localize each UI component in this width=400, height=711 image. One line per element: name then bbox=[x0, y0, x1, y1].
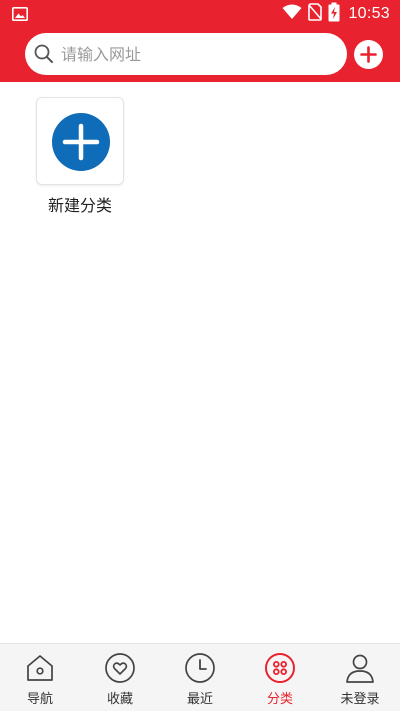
top-header: 10:53 bbox=[0, 0, 400, 82]
plus-icon bbox=[360, 46, 377, 63]
nav-label-favorites: 收藏 bbox=[106, 692, 133, 707]
image-notification-icon bbox=[12, 6, 28, 21]
bottom-navigation: 导航 收藏 最近 分类 未登录 bbox=[0, 643, 400, 711]
nav-item-recent[interactable]: 最近 bbox=[160, 644, 240, 711]
home-icon bbox=[24, 652, 56, 684]
nav-label-category: 分类 bbox=[266, 692, 293, 707]
no-sim-icon bbox=[308, 3, 323, 25]
add-circle-icon bbox=[52, 113, 110, 171]
battery-charging-icon bbox=[328, 2, 340, 26]
grid-icon bbox=[264, 652, 296, 684]
user-icon bbox=[344, 652, 376, 684]
nav-item-account[interactable]: 未登录 bbox=[320, 644, 400, 711]
browser-screen: 10:53 新建分类 bbox=[0, 0, 400, 711]
status-bar: 10:53 bbox=[0, 0, 400, 28]
new-category-label: 新建分类 bbox=[47, 196, 112, 215]
heart-icon bbox=[104, 652, 136, 684]
nav-label-guide: 导航 bbox=[26, 692, 53, 707]
add-button[interactable] bbox=[354, 40, 383, 69]
clock-icon bbox=[184, 652, 216, 684]
wifi-icon bbox=[282, 4, 302, 24]
status-time: 10:53 bbox=[348, 5, 390, 22]
url-input[interactable] bbox=[61, 33, 331, 75]
search-bar[interactable] bbox=[25, 33, 347, 75]
search-icon bbox=[33, 43, 55, 65]
nav-item-guide[interactable]: 导航 bbox=[0, 644, 80, 711]
nav-label-account: 未登录 bbox=[340, 692, 380, 707]
status-icons: 10:53 bbox=[282, 2, 390, 26]
nav-item-category[interactable]: 分类 bbox=[240, 644, 320, 711]
nav-item-favorites[interactable]: 收藏 bbox=[80, 644, 160, 711]
nav-label-recent: 最近 bbox=[186, 692, 213, 707]
new-category-card[interactable] bbox=[36, 97, 124, 185]
